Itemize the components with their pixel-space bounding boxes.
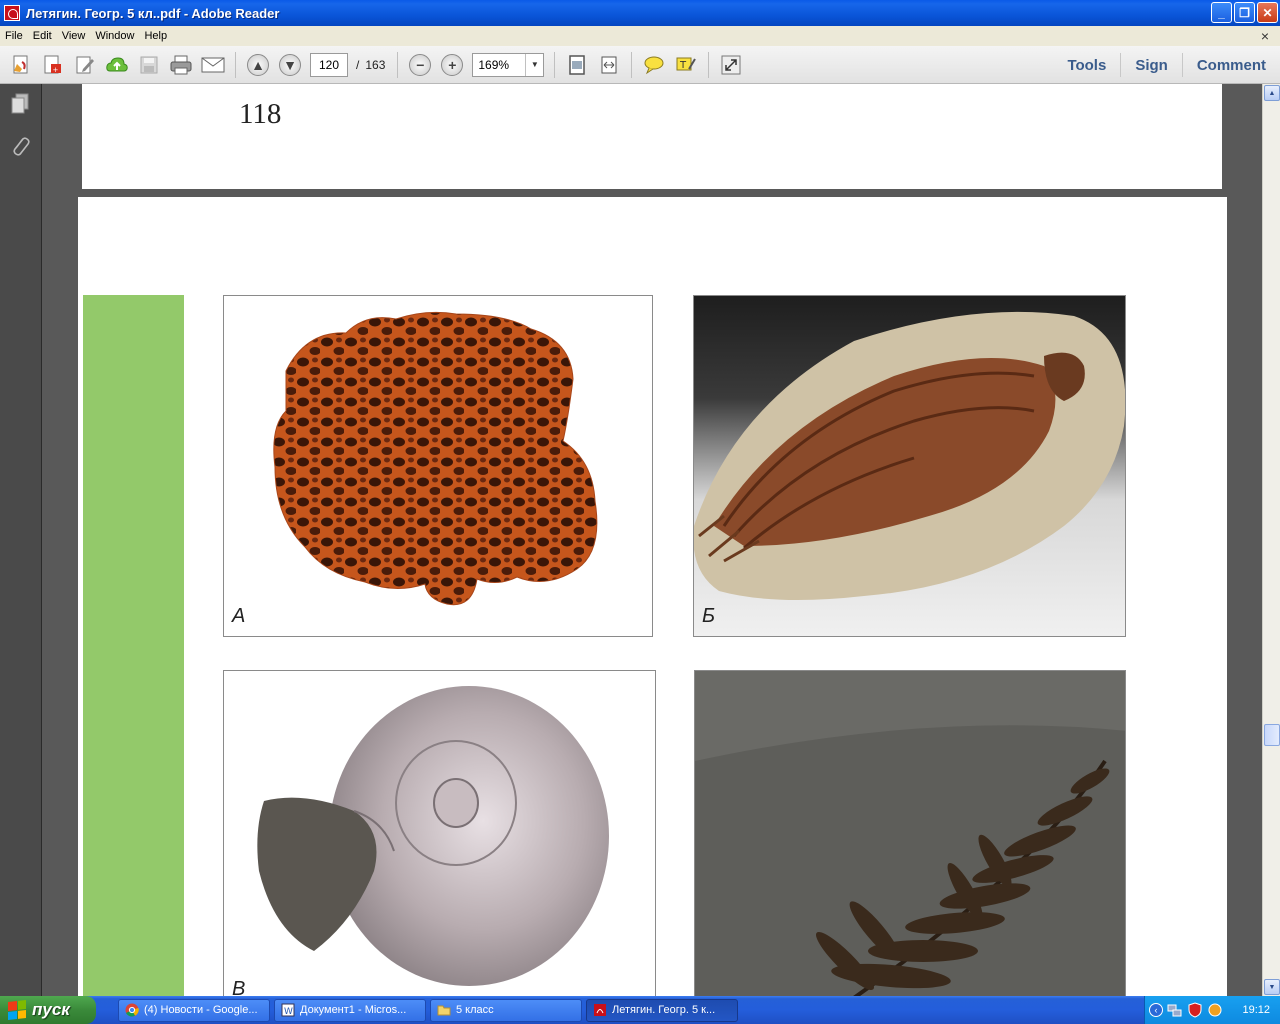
comment-pane-button[interactable]: Comment [1181,53,1280,77]
figure-fern-fossil [694,670,1126,996]
convert-icon[interactable]: + [40,52,66,78]
scroll-down-icon[interactable]: ▼ [1264,979,1280,995]
svg-text:W: W [284,1007,293,1017]
email-icon[interactable] [200,52,226,78]
fit-page-icon[interactable] [564,52,590,78]
trilobite-image [694,311,1125,600]
separator [708,51,710,78]
print-icon[interactable] [168,52,194,78]
close-document-icon[interactable]: × [1256,28,1274,44]
minimize-button[interactable]: _ [1211,2,1232,23]
adobe-reader-icon [594,1004,606,1016]
page-separator: / [356,57,360,72]
page-total: 163 [365,57,386,72]
windows-logo-icon [8,1000,26,1020]
page-number-input[interactable]: 120 [310,52,348,77]
title-bar: Летягин. Геогр. 5 кл..pdf - Adobe Reader… [0,0,1280,26]
page-thumbnails-icon[interactable] [9,92,31,116]
tools-pane-button[interactable]: Tools [1053,53,1120,77]
page-number-label: 118 [239,98,282,130]
figure-letter: В [232,978,246,996]
network-icon[interactable] [1167,1002,1183,1018]
task-label: (4) Новости - Google... [144,1004,258,1016]
zoom-in-button[interactable]: + [439,52,465,78]
task-chrome[interactable]: (4) Новости - Google... [118,998,270,1022]
task-label: Летягин. Геогр. 5 к... [612,1004,716,1016]
scroll-thumb[interactable] [1264,724,1280,746]
antivirus-icon[interactable] [1207,1002,1223,1018]
comment-bubble-icon[interactable] [641,52,667,78]
separator [397,51,399,78]
figure-letter: А [232,605,246,627]
figure-ammonite: В [223,670,656,996]
menu-edit[interactable]: Edit [28,30,57,42]
system-tray: ‹ 19:12 [1144,996,1280,1024]
green-margin-band [83,295,184,996]
upload-cloud-icon[interactable] [104,52,130,78]
pdf-page-previous: 118 [82,84,1222,189]
adobe-reader-icon [4,5,20,21]
start-button[interactable]: пуск [0,996,96,1024]
tray-expand-icon[interactable]: ‹ [1149,1003,1163,1017]
folder-icon [437,1005,451,1016]
next-page-button[interactable]: ▼ [277,52,303,78]
task-folder[interactable]: 5 класс [430,998,582,1022]
scroll-up-icon[interactable]: ▲ [1264,85,1280,101]
vertical-scrollbar[interactable]: ▲ ▼ [1262,84,1280,996]
svg-text:T: T [679,60,687,71]
fern-fossil-image [695,671,1125,996]
menu-bar: File Edit View Window Help × [0,26,1280,46]
separator [631,51,633,78]
arrow-up-icon: ▲ [247,53,269,76]
separator [235,51,236,78]
task-adobe-reader[interactable]: Летягин. Геогр. 5 к... [586,998,738,1022]
navigation-pane [0,84,42,996]
figure-trilobite: Б [693,295,1126,637]
menu-view[interactable]: View [57,30,91,42]
previous-page-button[interactable]: ▲ [245,52,271,78]
zoom-value: 169% [478,57,510,72]
attachment-icon[interactable] [9,134,31,158]
create-pdf-icon[interactable] [8,52,34,78]
zoom-select[interactable]: 169% ▼ [472,52,545,77]
menu-help[interactable]: Help [139,30,172,42]
document-viewport[interactable]: 118 А Б В [42,84,1262,996]
maximize-button[interactable]: ❐ [1234,2,1255,23]
edit-pdf-icon[interactable] [72,52,98,78]
toolbar: + ▲ ▼ 120 / 163 − + 169% ▼ T Tools Sign … [0,46,1280,84]
chevron-down-icon[interactable]: ▼ [525,53,543,76]
separator [554,51,556,78]
clock: 19:12 [1242,1004,1270,1016]
fit-width-icon[interactable] [596,52,622,78]
menu-file[interactable]: File [0,30,28,42]
minus-icon: − [409,53,432,76]
figure-porous-rock: А [223,295,653,637]
word-icon: W [281,1003,295,1017]
save-icon[interactable] [136,52,162,78]
porous-rock-image [273,311,598,606]
window-title: Летягин. Геогр. 5 кл..pdf - Adobe Reader [26,5,280,21]
taskbar: пуск (4) Новости - Google... W Документ1… [0,996,1280,1024]
close-button[interactable]: ✕ [1257,2,1278,23]
chrome-icon [125,1003,139,1017]
svg-text:+: + [53,66,59,74]
sign-pane-button[interactable]: Sign [1120,53,1182,77]
start-label: пуск [32,1000,70,1019]
arrow-down-icon: ▼ [279,53,301,76]
fullscreen-icon[interactable] [718,52,744,78]
zoom-out-button[interactable]: − [407,52,433,78]
highlight-icon[interactable]: T [673,52,699,78]
pdf-page-current: А Б В [78,197,1227,996]
figure-letter: Б [702,605,716,627]
task-word[interactable]: W Документ1 - Micros... [274,998,426,1022]
task-label: Документ1 - Micros... [300,1004,407,1016]
task-label: 5 класс [456,1004,494,1016]
plus-icon: + [441,53,464,76]
ammonite-image [257,686,609,986]
security-shield-icon[interactable] [1187,1002,1203,1018]
menu-window[interactable]: Window [90,30,139,42]
